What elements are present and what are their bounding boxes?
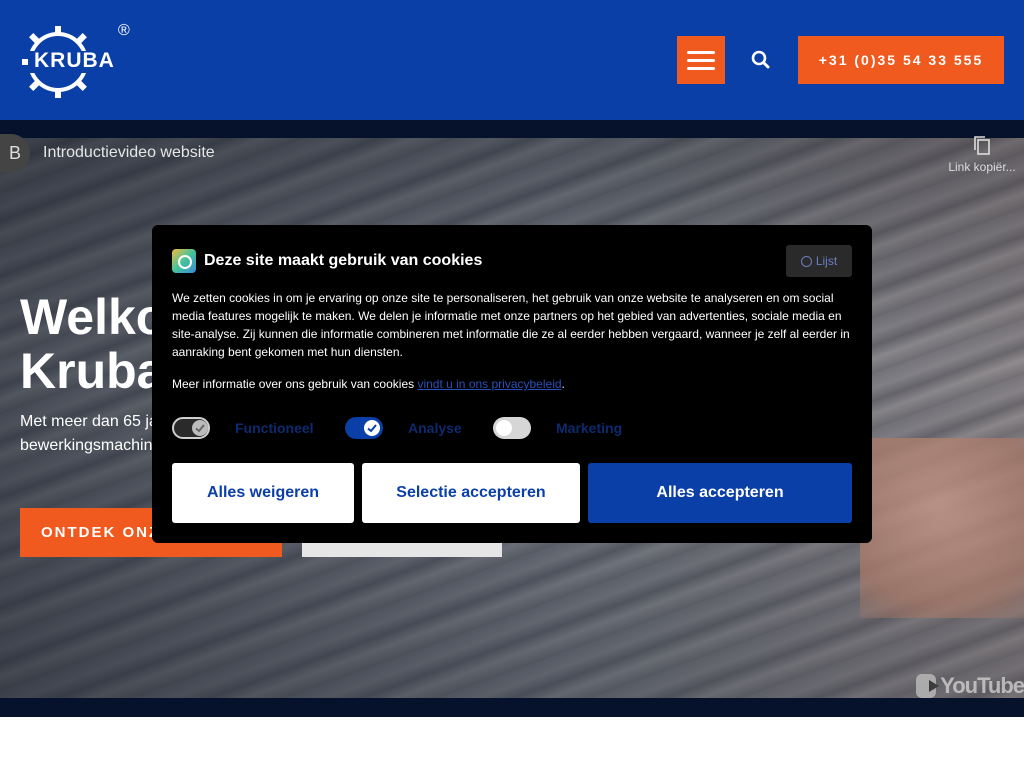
hero-title: Welkom bij Kruba	[20, 290, 152, 398]
checkmark-icon	[364, 420, 380, 436]
reject-all-button[interactable]: Alles weigeren	[172, 463, 354, 523]
hamburger-icon	[687, 50, 715, 54]
cookie-list-button[interactable]: Lijst	[786, 245, 852, 277]
phone-button[interactable]: +31 (0)35 54 33 555	[798, 36, 1004, 84]
cookie-dialog-title: Deze site maakt gebruik van cookies	[204, 252, 483, 269]
privacy-info: Meer informatie over ons gebruik van coo…	[172, 377, 565, 391]
cookie-category-toggles: Functioneel Analyse Marketing	[172, 417, 672, 439]
label-analyse: Analyse	[408, 420, 462, 436]
accept-all-button[interactable]: Alles accepteren	[588, 463, 852, 523]
gear-icon	[800, 255, 812, 267]
cookie-description: We zetten cookies in om je ervaring op o…	[172, 291, 850, 359]
search-button[interactable]	[746, 44, 776, 76]
video-top-bar: B Introductievideo website Link kopiër..…	[0, 134, 1024, 174]
privacy-policy-link[interactable]: vindt u in ons privacybeleid	[417, 377, 561, 391]
video-title[interactable]: Introductievideo website	[43, 144, 215, 162]
toggle-marketing[interactable]	[493, 417, 531, 439]
toggle-functioneel[interactable]	[172, 417, 210, 439]
hero-subtitle: Met meer dan 65 jaar bewerkingsmachines	[20, 413, 152, 454]
menu-button[interactable]	[677, 36, 725, 84]
cookie-consent-dialog: Deze site maakt gebruik van cookies Lijs…	[152, 225, 872, 543]
label-marketing: Marketing	[556, 420, 623, 436]
toggle-analyse[interactable]	[345, 417, 383, 439]
registered-mark: ®	[118, 22, 130, 39]
accept-selection-button[interactable]: Selectie accepteren	[362, 463, 580, 523]
copy-link-label: Link kopiër...	[948, 160, 1016, 174]
site-header: KRUBA ® +31 (0)35 54 33 555	[0, 0, 1024, 120]
checkmark-icon	[192, 420, 208, 436]
channel-avatar[interactable]: B	[0, 134, 30, 172]
kruba-logo[interactable]: KRUBA ®	[18, 22, 138, 102]
youtube-logo[interactable]: YouTube	[916, 672, 1024, 700]
search-icon	[751, 50, 770, 69]
copy-icon	[974, 136, 990, 155]
cookiebot-logo-icon	[172, 249, 196, 273]
label-functioneel: Functioneel	[235, 420, 314, 436]
logo-text: KRUBA	[34, 49, 115, 72]
copy-link-button[interactable]: Link kopiër...	[940, 134, 1024, 188]
youtube-play-icon	[916, 674, 940, 698]
cookie-buttons: Alles weigeren Selectie accepteren Alles…	[172, 463, 852, 523]
